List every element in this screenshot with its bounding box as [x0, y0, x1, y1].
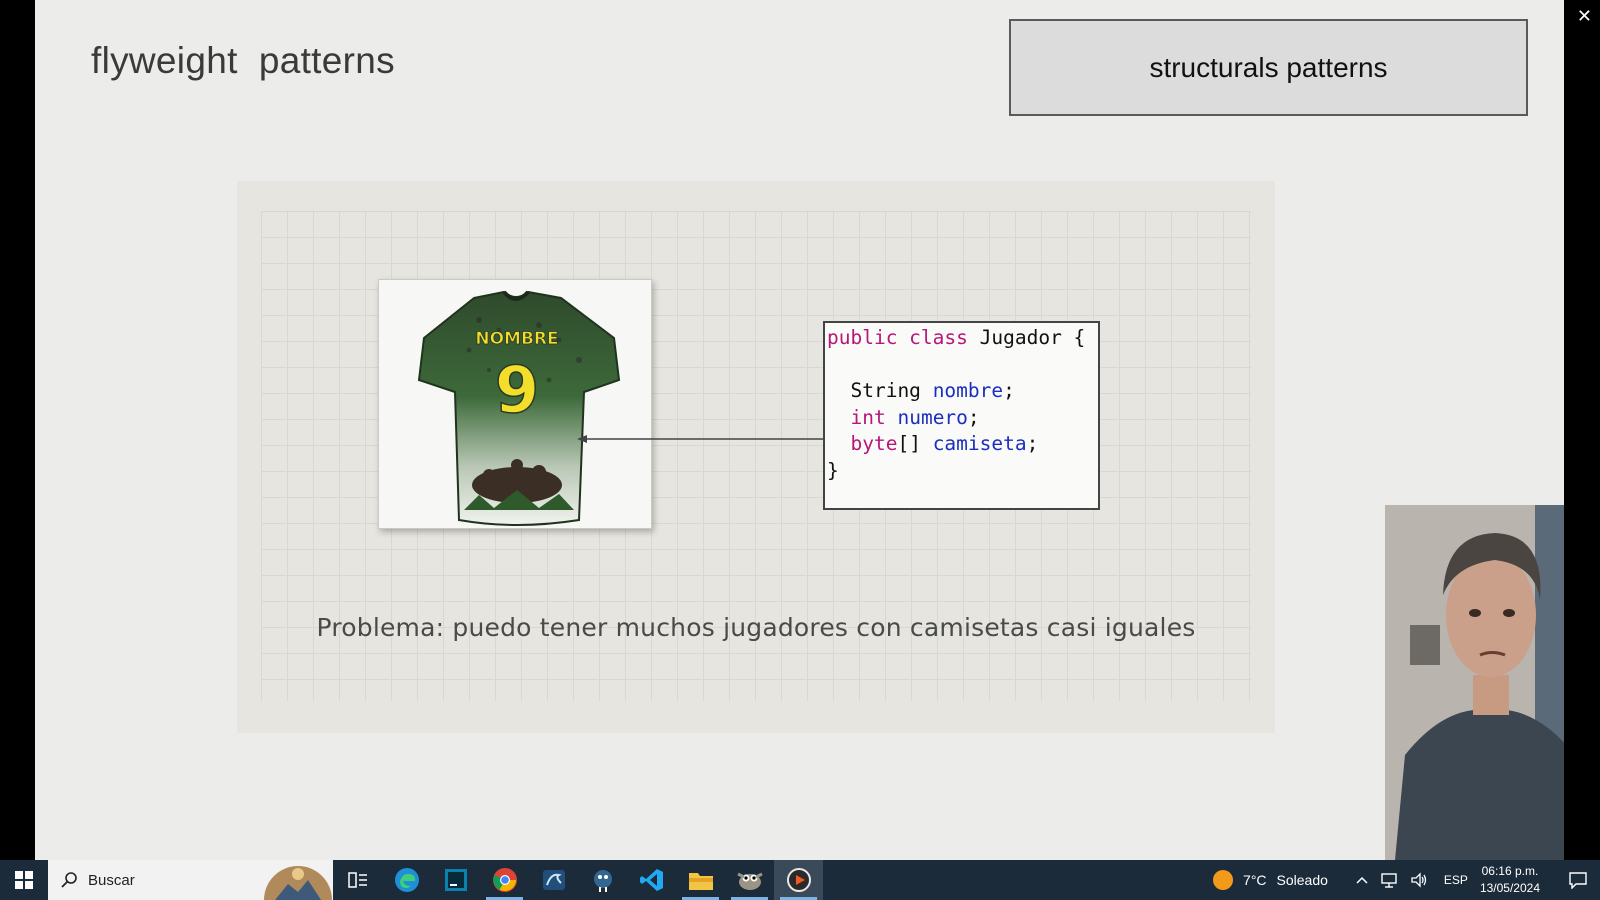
taskbar-app-gimp[interactable] — [725, 860, 774, 900]
system-tray: 7°C Soleado ESP 06:16 p.m. 13/05/2024 — [1213, 860, 1600, 900]
taskbar-app-pgadmin[interactable] — [578, 860, 627, 900]
code-brackets: [] — [897, 432, 921, 455]
code-type: String — [850, 379, 921, 402]
taskbar-app-mysql-workbench[interactable] — [529, 860, 578, 900]
weather-widget[interactable]: 7°C Soleado — [1213, 870, 1328, 890]
volume-icon[interactable] — [1410, 872, 1428, 888]
left-letterbox — [0, 0, 35, 860]
clock-time: 06:16 p.m. — [1481, 864, 1539, 878]
code-snippet: public class Jugador { String nombre; in… — [823, 321, 1100, 510]
notifications-button[interactable] — [1556, 860, 1600, 900]
input-language[interactable]: ESP — [1444, 873, 1468, 887]
windows-taskbar: Buscar 7°C Soleado ESP 06:16 p.m. 13/05/… — [0, 860, 1600, 900]
code-type: byte — [850, 432, 898, 455]
jersey-icon: NOMBRE 9 — [417, 290, 621, 526]
jersey-image: NOMBRE 9 — [378, 279, 652, 529]
network-icon[interactable] — [1380, 872, 1398, 888]
code-type: int — [850, 405, 886, 429]
chevron-up-icon[interactable] — [1356, 876, 1368, 884]
intellij-icon — [444, 869, 467, 891]
jersey-number: 9 — [495, 354, 540, 428]
weather-condition: Soleado — [1276, 872, 1328, 888]
play-icon — [786, 868, 811, 892]
code-field: nombre — [932, 379, 1004, 402]
taskbar-app-vscode[interactable] — [627, 860, 676, 900]
code-field: numero — [897, 405, 968, 429]
code-close-brace: } — [827, 458, 839, 482]
taskbar-clock[interactable]: 06:16 p.m. 13/05/2024 — [1480, 863, 1540, 897]
folder-icon — [688, 873, 713, 890]
code-semicolon: ; — [1003, 379, 1015, 402]
taskbar-app-media-player[interactable] — [774, 860, 823, 900]
clock-date: 13/05/2024 — [1479, 881, 1540, 895]
right-letterbox: ✕ — [1564, 0, 1600, 860]
reference-arrow — [577, 435, 827, 443]
taskbar-search-input[interactable]: Buscar — [48, 860, 333, 900]
start-button[interactable] — [0, 860, 48, 900]
notification-icon — [1569, 872, 1587, 889]
slide-title: flyweight patterns — [91, 40, 395, 81]
task-view-button[interactable] — [333, 860, 382, 900]
code-class-name: Jugador { — [967, 326, 1086, 349]
search-highlight-icon[interactable] — [263, 860, 333, 900]
slide-image-panel: NOMBRE 9 public class Jugador { String n… — [237, 181, 1275, 733]
search-placeholder: Buscar — [88, 871, 135, 889]
sun-icon — [1213, 870, 1234, 890]
postgres-elephant-icon — [593, 870, 612, 892]
close-icon[interactable]: ✕ — [1577, 6, 1592, 27]
category-box: structurals patterns — [1009, 19, 1528, 116]
presentation-slide: flyweight patterns structurals patterns — [35, 0, 1595, 860]
gimp-icon — [736, 872, 763, 890]
taskbar-app-chrome[interactable] — [480, 860, 529, 900]
problem-statement: Problema: puedo tener muchos jugadores c… — [316, 613, 1196, 642]
chrome-icon — [492, 868, 517, 892]
code-field: camiseta — [932, 432, 1027, 455]
taskbar-app-edge[interactable] — [382, 860, 431, 900]
edge-icon — [394, 868, 419, 892]
task-view-icon — [347, 872, 367, 888]
taskbar-app-intellij[interactable] — [431, 860, 480, 900]
windows-logo-icon — [15, 871, 33, 889]
code-keyword: public class — [827, 326, 968, 349]
mysql-workbench-icon — [542, 870, 565, 890]
jersey-name: NOMBRE — [475, 329, 558, 349]
screen: flyweight patterns structurals patterns — [0, 0, 1600, 900]
weather-temp: 7°C — [1243, 872, 1267, 888]
vscode-icon — [639, 869, 663, 891]
search-icon — [61, 872, 77, 888]
taskbar-app-file-explorer[interactable] — [676, 860, 725, 900]
code-semicolon: ; — [1026, 432, 1039, 455]
code-semicolon: ; — [967, 405, 980, 429]
